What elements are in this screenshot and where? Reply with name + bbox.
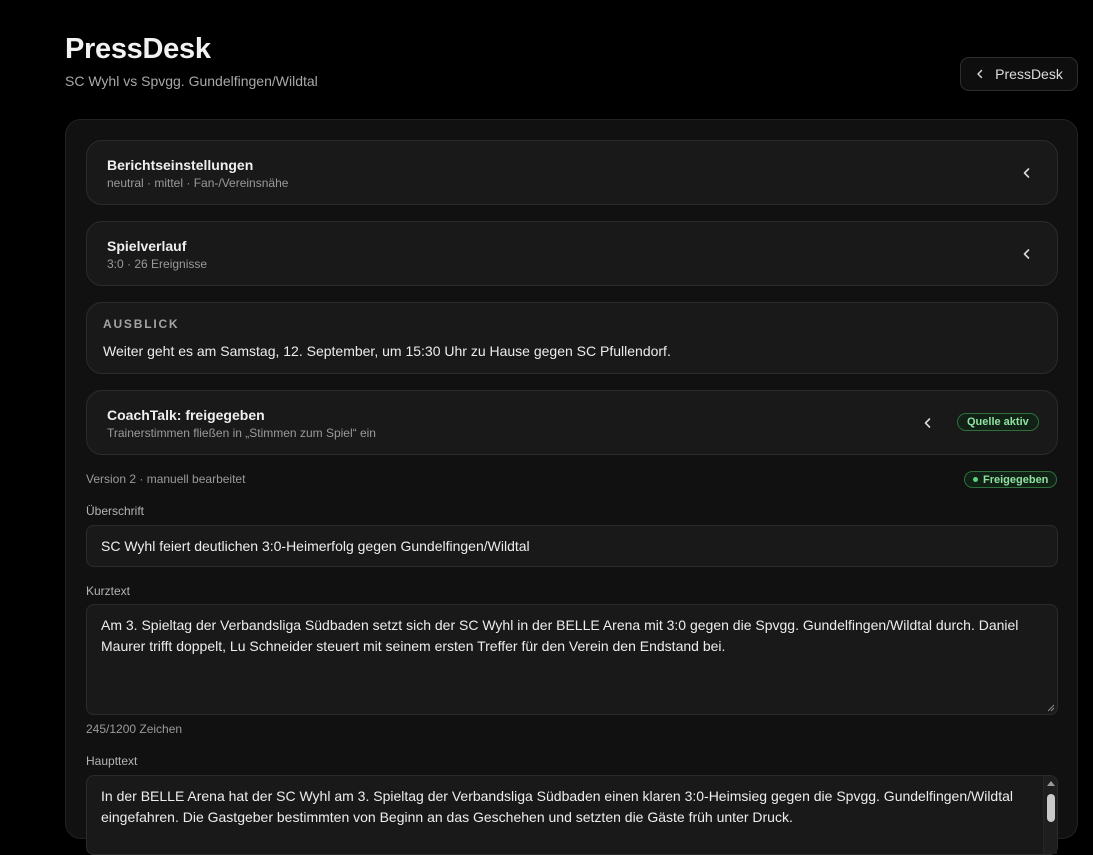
coachtalk-card[interactable]: CoachTalk: freigegeben Trainerstimmen fl… (86, 390, 1058, 455)
coachtalk-summary: Trainerstimmen fließen in „Stimmen zum S… (107, 426, 376, 440)
version-info: Version 2 · manuell bearbeitet (86, 472, 246, 486)
short-text-character-counter: 245/1200 Zeichen (86, 722, 183, 736)
report-settings-summary: neutral · mittel · Fan-/Vereinsnähe (107, 176, 289, 190)
report-panel: Berichtseinstellungen neutral · mittel ·… (65, 119, 1078, 855)
short-text-textarea[interactable]: Am 3. Spieltag der Verbandsliga Südbaden… (86, 604, 1058, 715)
chevron-left-icon[interactable] (1021, 167, 1033, 179)
main-text-value: In der BELLE Arena hat der SC Wyhl am 3.… (101, 788, 1013, 825)
match-subtitle: SC Wyhl vs Spvgg. Gundelfingen/Wildtal (65, 73, 318, 89)
scroll-thumb[interactable] (1047, 794, 1055, 822)
approved-status-badge: Freigegeben (964, 471, 1058, 488)
short-text-value: Am 3. Spieltag der Verbandsliga Südbaden… (101, 617, 1019, 654)
app-title: PressDesk (65, 33, 211, 65)
headline-value: SC Wyhl feiert deutlichen 3:0-Heimerfolg… (101, 538, 530, 554)
report-settings-title: Berichtseinstellungen (107, 157, 254, 173)
source-active-badge: Quelle aktiv (957, 413, 1039, 431)
outlook-text: Weiter geht es am Samstag, 12. September… (103, 343, 671, 359)
outlook-label: AUSBLICK (103, 317, 180, 331)
back-to-pressdesk-button[interactable]: PressDesk (960, 57, 1078, 91)
match-flow-card[interactable]: Spielverlauf 3:0 · 26 Ereignisse (86, 221, 1058, 286)
chevron-left-icon (977, 69, 983, 79)
report-settings-card[interactable]: Berichtseinstellungen neutral · mittel ·… (86, 140, 1058, 205)
headline-label: Überschrift (86, 504, 145, 518)
match-flow-title: Spielverlauf (107, 238, 187, 254)
coachtalk-title: CoachTalk: freigegeben (107, 407, 265, 423)
headline-input[interactable]: SC Wyhl feiert deutlichen 3:0-Heimerfolg… (86, 525, 1058, 567)
short-text-label: Kurztext (86, 584, 131, 598)
outlook-card: AUSBLICK Weiter geht es am Samstag, 12. … (86, 302, 1058, 374)
main-text-scrollbar[interactable] (1043, 776, 1057, 854)
main-text-label: Haupttext (86, 754, 138, 768)
resize-handle-icon[interactable] (1046, 703, 1055, 712)
approved-status-label: Freigegeben (983, 473, 1049, 486)
chevron-left-icon[interactable] (1021, 248, 1033, 260)
status-dot-icon (973, 477, 978, 482)
chevron-left-icon[interactable] (922, 417, 934, 429)
main-text-textarea[interactable]: In der BELLE Arena hat der SC Wyhl am 3.… (86, 775, 1058, 855)
match-flow-summary: 3:0 · 26 Ereignisse (107, 257, 208, 271)
scroll-up-arrow-icon[interactable] (1047, 780, 1055, 786)
back-button-label: PressDesk (995, 66, 1063, 82)
